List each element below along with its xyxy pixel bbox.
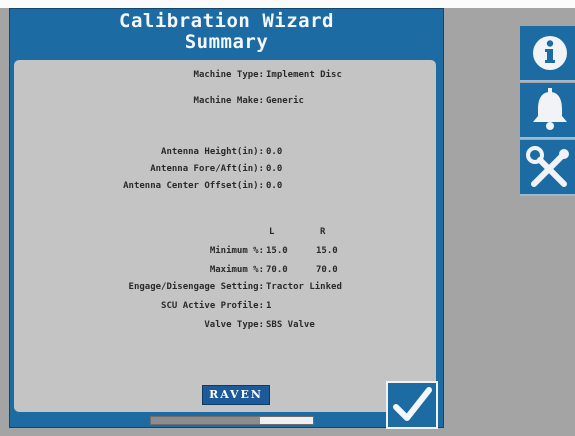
accept-button[interactable] bbox=[386, 381, 438, 429]
summary-panel: Machine Type: Implement Disc Machine Mak… bbox=[14, 60, 436, 425]
info-icon bbox=[533, 36, 567, 70]
maximum-left-value: 70.0 bbox=[266, 265, 288, 275]
calibration-wizard-dialog: Calibration Wizard Summary Machine Type:… bbox=[9, 8, 444, 429]
engage-value: Tractor Linked bbox=[266, 282, 342, 292]
scu-profile-label: SCU Active Profile: bbox=[161, 301, 264, 311]
alarm-button[interactable] bbox=[520, 83, 575, 139]
minimum-left-value: 15.0 bbox=[266, 246, 288, 256]
dialog-title: Calibration Wizard Summary bbox=[10, 11, 443, 53]
column-left-header: L bbox=[269, 227, 275, 237]
antenna-fore-aft-label: Antenna Fore/Aft(in): bbox=[150, 164, 264, 174]
maximum-right-value: 70.0 bbox=[316, 265, 338, 275]
progress-bar-fill bbox=[151, 417, 260, 424]
minimum-label: Minimum %: bbox=[209, 246, 264, 256]
engage-label: Engage/Disengage Setting: bbox=[128, 282, 264, 292]
dialog-title-line1: Calibration Wizard bbox=[119, 10, 334, 32]
antenna-center-offset-value: 0.0 bbox=[266, 181, 283, 191]
scu-profile-value: 1 bbox=[266, 301, 272, 311]
antenna-height-label: Antenna Height(in): bbox=[161, 147, 264, 157]
screen-background: Calibration Wizard Summary Machine Type:… bbox=[0, 8, 575, 436]
column-right-header: R bbox=[320, 227, 326, 237]
info-button[interactable] bbox=[520, 26, 575, 82]
maximum-label: Maximum %: bbox=[209, 265, 264, 275]
minimum-right-value: 15.0 bbox=[316, 246, 338, 256]
tools-icon bbox=[526, 146, 569, 187]
progress-bar bbox=[150, 416, 314, 425]
machine-type-value: Implement Disc bbox=[266, 70, 342, 80]
antenna-height-value: 0.0 bbox=[266, 147, 283, 157]
valve-type-label: Valve Type: bbox=[204, 320, 264, 330]
machine-type-label: Machine Type: bbox=[193, 70, 264, 80]
bell-icon bbox=[533, 88, 567, 130]
valve-type-value: SBS Valve bbox=[266, 320, 315, 330]
tools-button[interactable] bbox=[520, 140, 575, 196]
machine-make-label: Machine Make: bbox=[193, 96, 264, 106]
checkmark-icon bbox=[393, 387, 432, 421]
raven-logo: RAVEN bbox=[202, 385, 270, 405]
machine-make-value: Generic bbox=[266, 96, 304, 106]
dialog-title-line2: Summary bbox=[184, 31, 269, 53]
antenna-center-offset-label: Antenna Center Offset(in): bbox=[123, 181, 264, 191]
antenna-fore-aft-value: 0.0 bbox=[266, 164, 283, 174]
